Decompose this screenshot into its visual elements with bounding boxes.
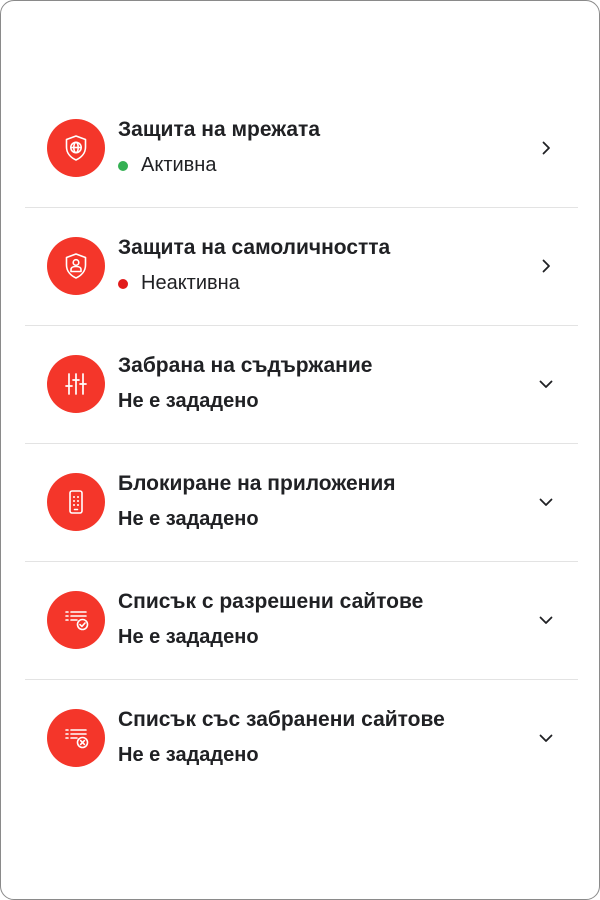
status-text: Не е зададено bbox=[118, 744, 259, 766]
settings-panel: Защита на мрежата Активна Защита на само… bbox=[0, 0, 600, 900]
status-text: Неактивна bbox=[141, 272, 240, 294]
phone-apps-icon bbox=[47, 473, 105, 531]
list-item-allowed-sites[interactable]: Списък с разрешени сайтове Не е зададено bbox=[25, 562, 578, 680]
status-text: Активна bbox=[141, 154, 217, 176]
chevron-down-icon[interactable] bbox=[536, 492, 556, 512]
item-title: Защита на самоличността bbox=[118, 236, 391, 259]
item-title: Блокиране на приложения bbox=[118, 472, 396, 495]
item-title: Забрана на съдържание bbox=[118, 354, 373, 377]
list-item-app-blocking[interactable]: Блокиране на приложения Не е зададено bbox=[25, 444, 578, 562]
item-title: Списък със забранени сайтове bbox=[118, 708, 445, 731]
list-item-identity-protection[interactable]: Защита на самоличността Неактивна bbox=[25, 208, 578, 326]
item-title: Защита на мрежата bbox=[118, 118, 321, 141]
status-dot-inactive bbox=[118, 278, 128, 289]
list-item-content-block[interactable]: Забрана на съдържание Не е зададено bbox=[25, 326, 578, 444]
list-item-blocked-sites[interactable]: Списък със забранени сайтове Не е зададе… bbox=[25, 680, 578, 797]
chevron-down-icon[interactable] bbox=[536, 728, 556, 748]
globe-shield-icon bbox=[47, 119, 105, 177]
chevron-down-icon[interactable] bbox=[536, 374, 556, 394]
list-item-network-protection[interactable]: Защита на мрежата Активна bbox=[25, 90, 578, 208]
blocklist-x-icon bbox=[47, 709, 105, 767]
status-dot-active bbox=[118, 160, 128, 171]
status-text: Не е зададено bbox=[118, 508, 259, 530]
chevron-right-icon[interactable] bbox=[536, 256, 556, 276]
status-label: Неактивна bbox=[118, 272, 240, 295]
status-text: Не е зададено bbox=[118, 390, 259, 412]
chevron-right-icon[interactable] bbox=[536, 138, 556, 158]
status-label: Активна bbox=[118, 154, 216, 177]
protection-settings-list: Защита на мрежата Активна Защита на само… bbox=[25, 90, 578, 797]
user-shield-icon bbox=[47, 237, 105, 295]
item-title: Списък с разрешени сайтове bbox=[118, 590, 424, 613]
allowlist-check-icon bbox=[47, 591, 105, 649]
status-text: Не е зададено bbox=[118, 626, 259, 648]
sliders-icon bbox=[47, 355, 105, 413]
chevron-down-icon[interactable] bbox=[536, 610, 556, 630]
